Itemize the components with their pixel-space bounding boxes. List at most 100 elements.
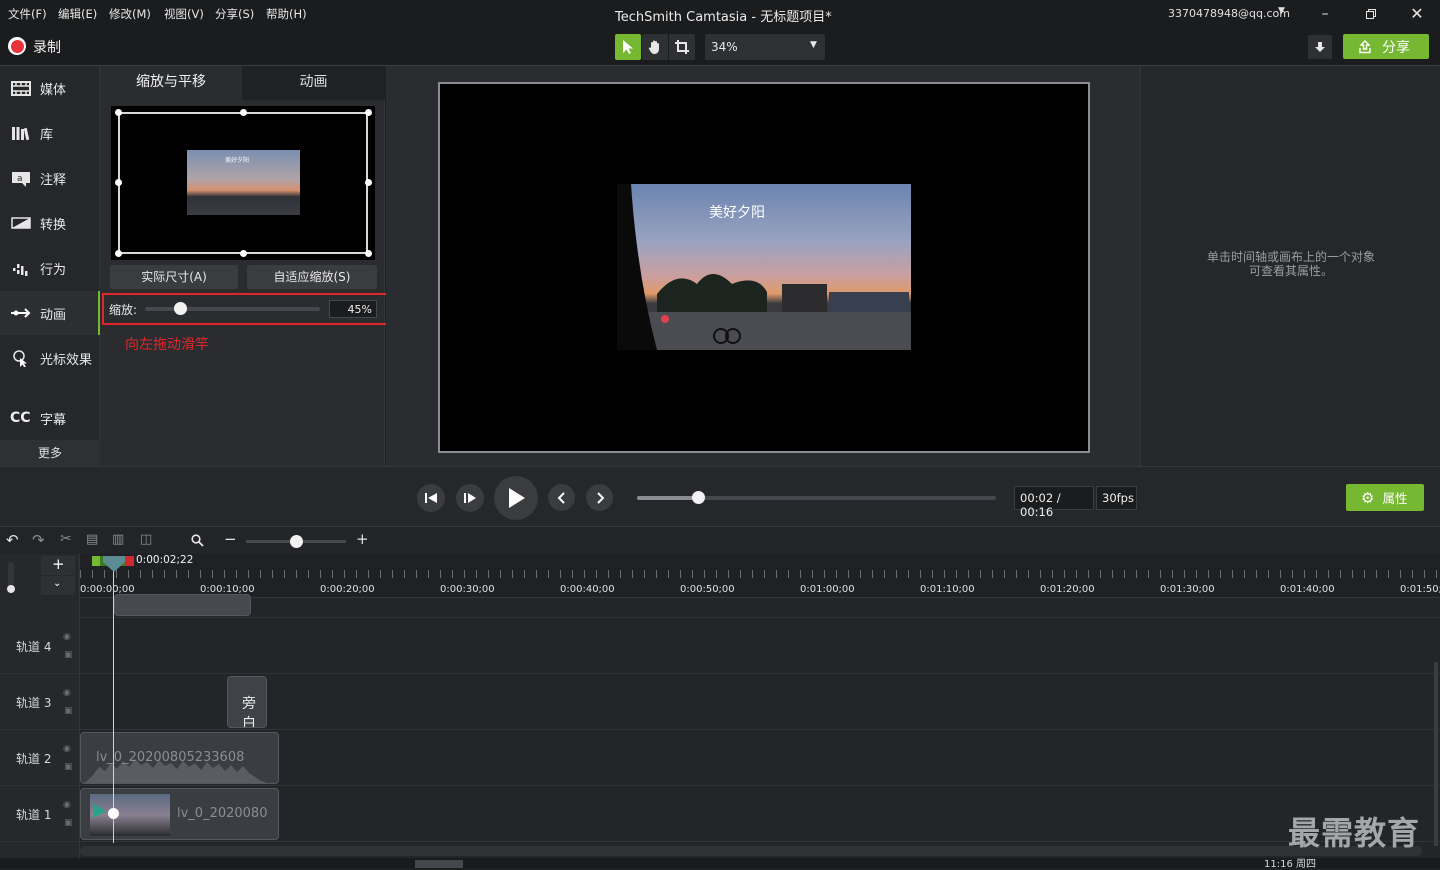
callout-clip[interactable]: 旁白 — [227, 676, 267, 728]
tick-label: 0:01:50;00 — [1400, 584, 1440, 595]
zoom-out-icon[interactable]: − — [224, 530, 237, 548]
eye-icon[interactable]: ◉ — [63, 632, 71, 642]
sidebar-item-library[interactable]: 库 — [0, 111, 100, 155]
lock-icon[interactable]: ▣ — [64, 706, 73, 716]
resize-handle[interactable] — [115, 179, 122, 186]
sidebar-item-media[interactable]: 媒体 — [0, 66, 100, 110]
resize-handle[interactable] — [240, 109, 247, 116]
download-button[interactable] — [1308, 35, 1332, 59]
range-start-handle[interactable] — [92, 556, 100, 566]
zoom-slider-thumb[interactable] — [174, 302, 187, 315]
cut-icon[interactable]: ✂ — [60, 531, 72, 547]
properties-button[interactable]: ⚙ 属性 — [1346, 484, 1424, 511]
track-height-thumb[interactable] — [7, 585, 15, 593]
tab-zoom-pan[interactable]: 缩放与平移 — [100, 66, 242, 100]
actual-size-button[interactable]: 实际尺寸(A) — [110, 265, 238, 289]
play-button[interactable] — [494, 476, 538, 520]
track-header-3[interactable]: 轨道 3 ◉ ▣ — [0, 674, 80, 730]
redo-icon[interactable]: ↷ — [32, 531, 45, 549]
resize-handle[interactable] — [115, 250, 122, 257]
track-header-4[interactable]: 轨道 4 ◉ ▣ — [0, 618, 80, 674]
split-icon[interactable]: ◫ — [140, 532, 152, 547]
menu-help[interactable]: 帮助(H) — [266, 6, 307, 22]
timeline-zoom-thumb[interactable] — [290, 535, 303, 548]
account-chevron-icon[interactable]: ▼ — [1278, 6, 1285, 16]
zoom-in-icon[interactable]: + — [356, 530, 369, 548]
playback-scrubber[interactable] — [637, 491, 996, 504]
resize-handle[interactable] — [115, 109, 122, 116]
collapse-tracks-button[interactable]: ⌄ — [41, 576, 75, 595]
resize-handle[interactable] — [365, 250, 372, 257]
track-header-1[interactable]: 轨道 1 ◉ ▣ — [0, 786, 80, 842]
crop-tool-button[interactable] — [669, 34, 695, 60]
copy-icon[interactable]: ▤ — [86, 532, 98, 547]
more-button[interactable]: 更多 — [0, 440, 100, 466]
audio-clip[interactable]: lv_0_20200805233608 — [80, 732, 279, 784]
tick-label: 0:01:30;00 — [1160, 584, 1215, 595]
sidebar-item-annotations[interactable]: a 注释 — [0, 156, 100, 200]
eye-icon[interactable]: ◉ — [63, 688, 71, 698]
sidebar-item-cursor-effects[interactable]: 光标效果 — [0, 336, 100, 380]
track-header-2[interactable]: 轨道 2 ◉ ▣ — [0, 730, 80, 786]
playhead-dot[interactable] — [108, 808, 119, 819]
cc-icon: CC — [10, 410, 31, 426]
playhead-handle[interactable] — [102, 556, 126, 572]
timeline-zoom-slider[interactable] — [246, 535, 346, 548]
film-icon — [11, 81, 31, 96]
playhead-line[interactable] — [113, 568, 114, 843]
step-forward-button[interactable] — [456, 484, 484, 512]
step-back-button[interactable] — [417, 484, 445, 512]
lock-icon[interactable]: ▣ — [64, 650, 73, 660]
sidebar-item-captions[interactable]: CC 字幕 — [0, 396, 100, 440]
record-button[interactable] — [8, 37, 26, 55]
menu-share[interactable]: 分享(S) — [215, 6, 254, 22]
select-tool-button[interactable] — [615, 34, 641, 60]
track-height-slider[interactable] — [7, 562, 15, 593]
previous-marker-button[interactable] — [548, 484, 575, 511]
search-icon[interactable] — [191, 534, 204, 547]
menu-modify[interactable]: 修改(M) — [109, 6, 151, 22]
fit-zoom-button[interactable]: 自适应缩放(S) — [247, 265, 377, 289]
paste-icon[interactable]: ▥ — [112, 532, 124, 547]
close-icon[interactable]: ✕ — [1407, 4, 1427, 24]
canvas[interactable]: 美好夕阳 — [438, 82, 1090, 453]
account-label[interactable]: 3370478948@qq.com — [1168, 7, 1290, 20]
resize-handle[interactable] — [365, 109, 372, 116]
resize-handle[interactable] — [240, 250, 247, 257]
resize-handle[interactable] — [365, 179, 372, 186]
eye-icon[interactable]: ◉ — [63, 800, 71, 810]
zoom-select[interactable]: 34% ▼ — [705, 34, 825, 60]
menu-view[interactable]: 视图(V) — [164, 6, 204, 22]
zoom-pan-panel: 缩放与平移 动画 美好夕阳 实际尺寸(A) 自适应缩放(S) 缩放: 45% 向… — [100, 66, 388, 466]
next-marker-button[interactable] — [586, 484, 613, 511]
undo-icon[interactable]: ↶ — [6, 531, 19, 549]
eye-icon[interactable]: ◉ — [63, 744, 71, 754]
zoom-value-field[interactable]: 45% — [329, 300, 377, 318]
sidebar-item-transitions[interactable]: 转换 — [0, 201, 100, 245]
menu-file[interactable]: 文件(F) — [8, 6, 47, 22]
zoom-frame[interactable] — [118, 112, 368, 254]
vertical-scrollbar[interactable] — [1434, 662, 1438, 846]
zoom-slider-track[interactable] — [145, 302, 320, 315]
lock-icon[interactable]: ▣ — [64, 818, 73, 828]
clip-group[interactable] — [114, 594, 251, 616]
timeline-ruler[interactable]: 0:00:02;22 0:00:00;00 0:00:10;00 0:00:20;0… — [80, 554, 1440, 598]
animation-marker-icon[interactable] — [93, 803, 107, 819]
video-frame[interactable]: 美好夕阳 — [617, 184, 911, 350]
lock-icon[interactable]: ▣ — [64, 762, 73, 772]
range-end-handle[interactable] — [126, 556, 134, 566]
properties-panel: 单击时间轴或画布上的一个对象 可查看其属性。 — [1140, 66, 1440, 466]
sidebar-item-behaviors[interactable]: 行为 — [0, 246, 100, 290]
add-track-button[interactable]: + — [41, 555, 75, 575]
restore-icon[interactable] — [1361, 4, 1381, 24]
fps-display: 30fps — [1096, 486, 1137, 510]
minimize-icon[interactable]: – — [1315, 4, 1335, 24]
sidebar-item-animations[interactable]: 动画 — [0, 291, 100, 335]
record-label[interactable]: 录制 — [33, 37, 61, 57]
menu-edit[interactable]: 编辑(E) — [58, 6, 97, 22]
pan-tool-button[interactable] — [642, 34, 668, 60]
horizontal-scrollbar[interactable] — [80, 846, 1422, 856]
share-button[interactable]: 分享 — [1343, 34, 1429, 59]
tab-animations[interactable]: 动画 — [242, 66, 385, 100]
playback-thumb[interactable] — [692, 491, 706, 504]
